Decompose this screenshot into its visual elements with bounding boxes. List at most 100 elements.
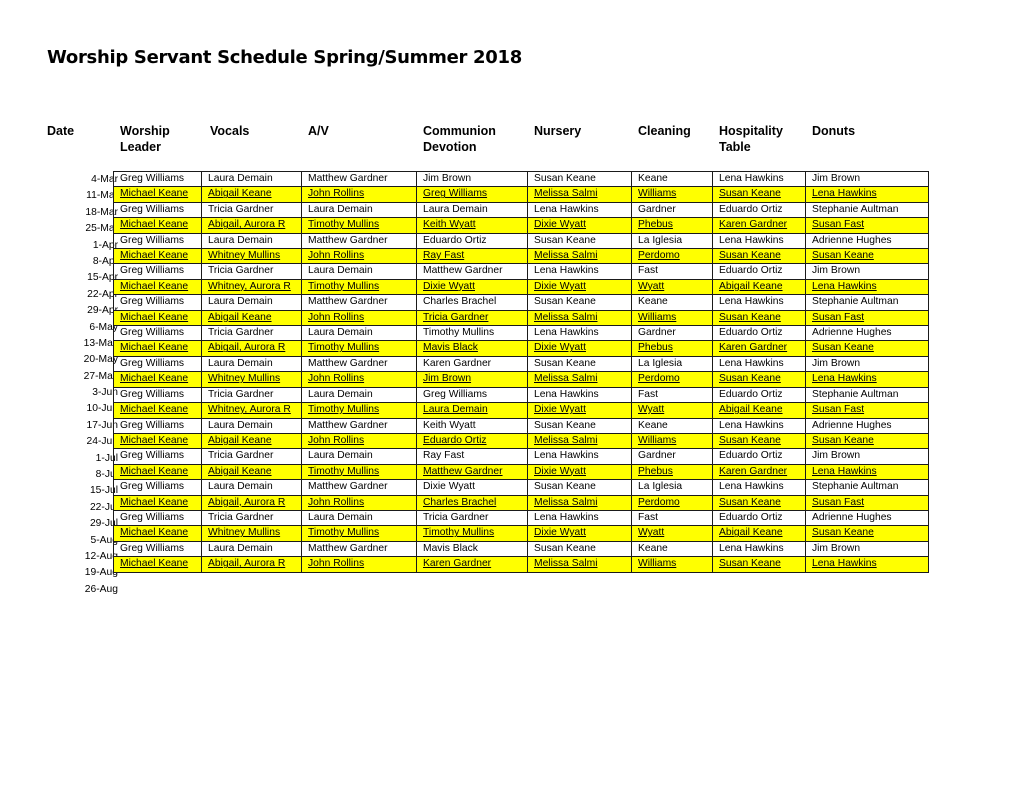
cell-vocals[interactable]: Whitney Mullins bbox=[201, 248, 302, 265]
cell-communion-devotion[interactable]: Matthew Gardner bbox=[416, 263, 528, 280]
cell-donuts[interactable]: Lena Hawkins bbox=[805, 278, 929, 296]
cell-av[interactable]: Matthew Gardner bbox=[301, 479, 417, 496]
cell-hospitality-table[interactable]: Susan Keane bbox=[712, 371, 806, 388]
cell-communion-devotion[interactable]: Keith Wyatt bbox=[416, 217, 528, 234]
cell-av[interactable]: John Rollins bbox=[301, 248, 417, 265]
cell-cleaning[interactable]: Keane bbox=[631, 540, 713, 558]
cell-nursery[interactable]: Melissa Salmi bbox=[527, 248, 632, 265]
cell-nursery[interactable]: Lena Hawkins bbox=[527, 325, 632, 342]
cell-worship-leader[interactable]: Michael Keane bbox=[113, 217, 202, 234]
cell-cleaning[interactable]: Wyatt bbox=[631, 278, 713, 296]
cell-hospitality-table[interactable]: Karen Gardner bbox=[712, 340, 806, 357]
cell-worship-leader[interactable]: Michael Keane bbox=[113, 525, 202, 542]
cell-donuts[interactable]: Susan Fast bbox=[805, 402, 929, 419]
cell-communion-devotion[interactable]: Eduardo Ortiz bbox=[416, 232, 528, 250]
cell-av[interactable]: Timothy Mullins bbox=[301, 525, 417, 542]
cell-worship-leader[interactable]: Greg Williams bbox=[113, 263, 202, 280]
cell-donuts[interactable]: Jim Brown bbox=[805, 448, 929, 465]
cell-av[interactable]: John Rollins bbox=[301, 432, 417, 450]
cell-nursery[interactable]: Melissa Salmi bbox=[527, 556, 632, 573]
cell-nursery[interactable]: Lena Hawkins bbox=[527, 386, 632, 404]
cell-worship-leader[interactable]: Michael Keane bbox=[113, 340, 202, 357]
cell-communion-devotion[interactable]: Tricia Gardner bbox=[416, 509, 528, 527]
cell-communion-devotion[interactable]: Ray Fast bbox=[416, 448, 528, 465]
cell-communion-devotion[interactable]: Charles Brachel bbox=[416, 494, 528, 511]
cell-worship-leader[interactable]: Michael Keane bbox=[113, 309, 202, 327]
cell-av[interactable]: Laura Demain bbox=[301, 201, 417, 219]
cell-av[interactable]: Matthew Gardner bbox=[301, 417, 417, 434]
cell-donuts[interactable]: Lena Hawkins bbox=[805, 371, 929, 388]
cell-worship-leader[interactable]: Greg Williams bbox=[113, 448, 202, 465]
cell-donuts[interactable]: Susan Keane bbox=[805, 525, 929, 542]
cell-vocals[interactable]: Tricia Gardner bbox=[201, 509, 302, 527]
cell-communion-devotion[interactable]: Dixie Wyatt bbox=[416, 278, 528, 296]
cell-cleaning[interactable]: Keane bbox=[631, 417, 713, 434]
cell-hospitality-table[interactable]: Lena Hawkins bbox=[712, 540, 806, 558]
cell-hospitality-table[interactable]: Susan Keane bbox=[712, 186, 806, 203]
cell-donuts[interactable]: Susan Fast bbox=[805, 217, 929, 234]
cell-donuts[interactable]: Stephanie Aultman bbox=[805, 386, 929, 404]
cell-cleaning[interactable]: Perdomo bbox=[631, 248, 713, 265]
cell-communion-devotion[interactable]: Eduardo Ortiz bbox=[416, 432, 528, 450]
cell-communion-devotion[interactable]: Timothy Mullins bbox=[416, 325, 528, 342]
cell-av[interactable]: Laura Demain bbox=[301, 386, 417, 404]
cell-worship-leader[interactable]: Greg Williams bbox=[113, 479, 202, 496]
cell-cleaning[interactable]: Phebus bbox=[631, 463, 713, 481]
cell-cleaning[interactable]: Gardner bbox=[631, 448, 713, 465]
cell-av[interactable]: Matthew Gardner bbox=[301, 540, 417, 558]
cell-cleaning[interactable]: Williams bbox=[631, 309, 713, 327]
cell-donuts[interactable]: Stephanie Aultman bbox=[805, 201, 929, 219]
cell-communion-devotion[interactable]: Tricia Gardner bbox=[416, 309, 528, 327]
cell-av[interactable]: Timothy Mullins bbox=[301, 402, 417, 419]
cell-hospitality-table[interactable]: Eduardo Ortiz bbox=[712, 509, 806, 527]
cell-cleaning[interactable]: La Iglesia bbox=[631, 355, 713, 373]
cell-worship-leader[interactable]: Greg Williams bbox=[113, 417, 202, 434]
cell-donuts[interactable]: Lena Hawkins bbox=[805, 463, 929, 481]
cell-worship-leader[interactable]: Greg Williams bbox=[113, 355, 202, 373]
cell-hospitality-table[interactable]: Abigail Keane bbox=[712, 278, 806, 296]
cell-worship-leader[interactable]: Michael Keane bbox=[113, 463, 202, 481]
cell-worship-leader[interactable]: Greg Williams bbox=[113, 540, 202, 558]
cell-nursery[interactable]: Melissa Salmi bbox=[527, 309, 632, 327]
cell-donuts[interactable]: Lena Hawkins bbox=[805, 556, 929, 573]
cell-communion-devotion[interactable]: Timothy Mullins bbox=[416, 525, 528, 542]
cell-nursery[interactable]: Susan Keane bbox=[527, 232, 632, 250]
cell-vocals[interactable]: Tricia Gardner bbox=[201, 386, 302, 404]
cell-hospitality-table[interactable]: Karen Gardner bbox=[712, 217, 806, 234]
cell-cleaning[interactable]: Fast bbox=[631, 386, 713, 404]
cell-av[interactable]: Matthew Gardner bbox=[301, 294, 417, 311]
cell-worship-leader[interactable]: Greg Williams bbox=[113, 294, 202, 311]
cell-worship-leader[interactable]: Greg Williams bbox=[113, 232, 202, 250]
cell-nursery[interactable]: Susan Keane bbox=[527, 170, 632, 188]
cell-nursery[interactable]: Lena Hawkins bbox=[527, 263, 632, 280]
cell-communion-devotion[interactable]: Karen Gardner bbox=[416, 355, 528, 373]
cell-worship-leader[interactable]: Michael Keane bbox=[113, 432, 202, 450]
cell-nursery[interactable]: Susan Keane bbox=[527, 540, 632, 558]
cell-communion-devotion[interactable]: Ray Fast bbox=[416, 248, 528, 265]
cell-cleaning[interactable]: La Iglesia bbox=[631, 232, 713, 250]
cell-worship-leader[interactable]: Greg Williams bbox=[113, 509, 202, 527]
cell-vocals[interactable]: Laura Demain bbox=[201, 294, 302, 311]
cell-hospitality-table[interactable]: Lena Hawkins bbox=[712, 232, 806, 250]
cell-donuts[interactable]: Lena Hawkins bbox=[805, 186, 929, 203]
cell-communion-devotion[interactable]: Greg Williams bbox=[416, 186, 528, 203]
cell-nursery[interactable]: Susan Keane bbox=[527, 294, 632, 311]
cell-av[interactable]: Matthew Gardner bbox=[301, 170, 417, 188]
cell-worship-leader[interactable]: Michael Keane bbox=[113, 248, 202, 265]
cell-hospitality-table[interactable]: Eduardo Ortiz bbox=[712, 201, 806, 219]
cell-nursery[interactable]: Melissa Salmi bbox=[527, 186, 632, 203]
cell-cleaning[interactable]: Gardner bbox=[631, 201, 713, 219]
cell-worship-leader[interactable]: Greg Williams bbox=[113, 386, 202, 404]
cell-worship-leader[interactable]: Greg Williams bbox=[113, 325, 202, 342]
cell-vocals[interactable]: Whitney Mullins bbox=[201, 525, 302, 542]
cell-vocals[interactable]: Laura Demain bbox=[201, 355, 302, 373]
cell-donuts[interactable]: Adrienne Hughes bbox=[805, 325, 929, 342]
cell-communion-devotion[interactable]: Laura Demain bbox=[416, 402, 528, 419]
cell-vocals[interactable]: Abigail, Aurora R bbox=[201, 217, 302, 234]
cell-cleaning[interactable]: Perdomo bbox=[631, 494, 713, 511]
cell-hospitality-table[interactable]: Eduardo Ortiz bbox=[712, 386, 806, 404]
cell-av[interactable]: Matthew Gardner bbox=[301, 355, 417, 373]
cell-av[interactable]: Laura Demain bbox=[301, 509, 417, 527]
cell-nursery[interactable]: Susan Keane bbox=[527, 417, 632, 434]
cell-vocals[interactable]: Abigail, Aurora R bbox=[201, 556, 302, 573]
